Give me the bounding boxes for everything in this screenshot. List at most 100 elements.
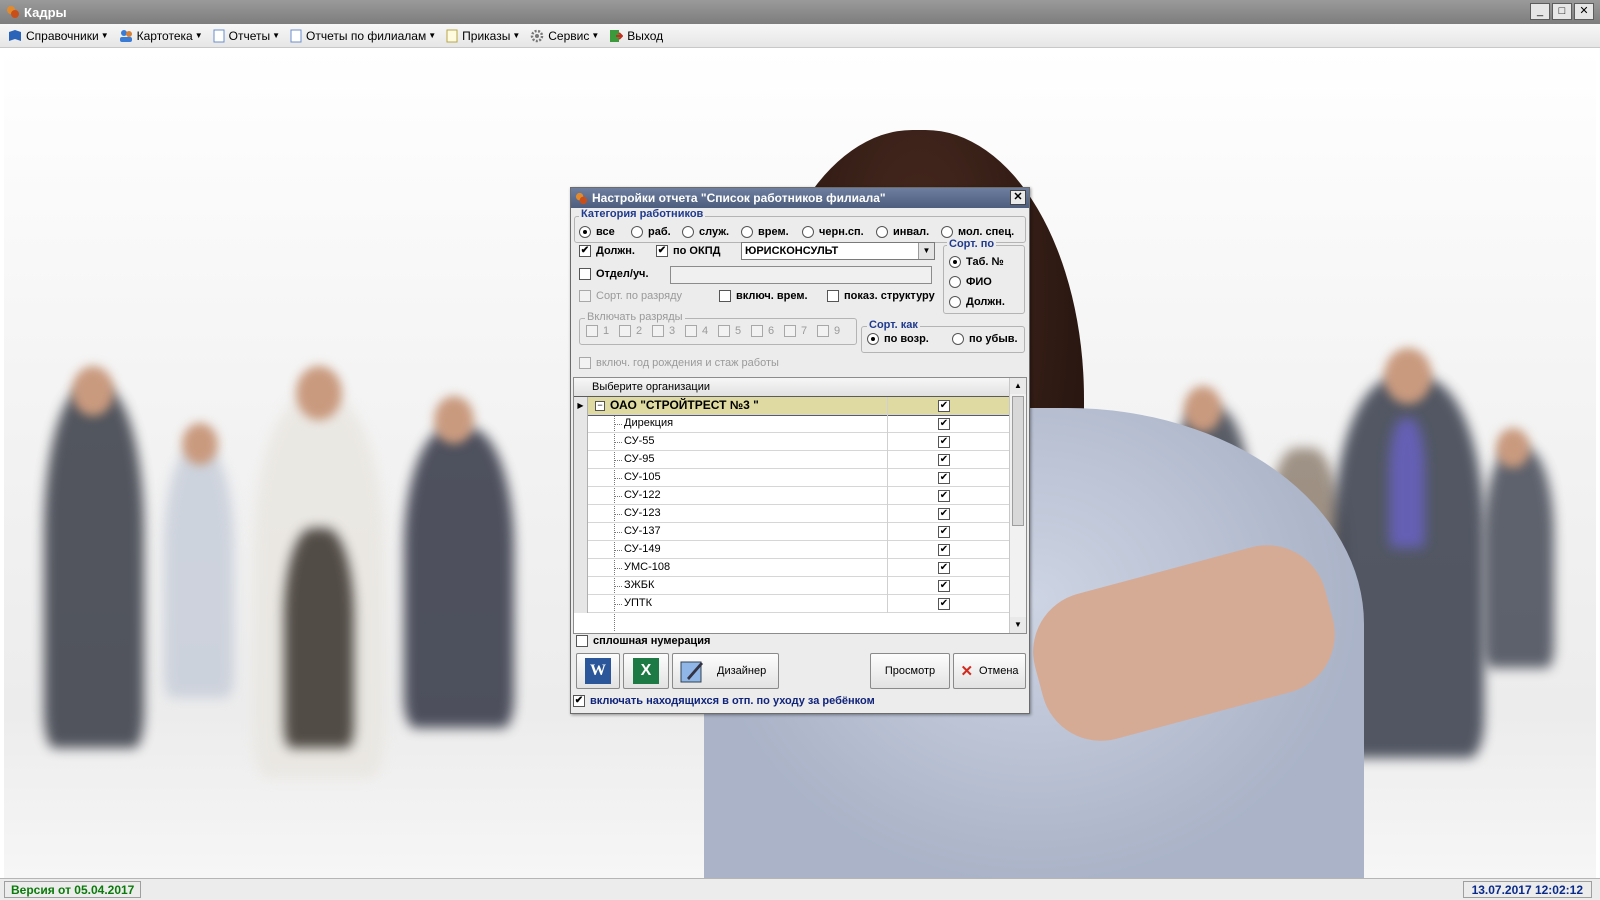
- menu-service[interactable]: Сервис ▼: [530, 29, 599, 43]
- table-row[interactable]: СУ-122 ✔: [574, 487, 1010, 505]
- checkbox[interactable]: [751, 325, 763, 337]
- radio-button[interactable]: [802, 226, 814, 238]
- checkbox[interactable]: [827, 290, 839, 302]
- department-checkbox[interactable]: Отдел/уч.: [579, 268, 649, 280]
- checkbox[interactable]: [784, 325, 796, 337]
- org-checkbox[interactable]: ✔: [938, 472, 950, 484]
- menu-cardfile[interactable]: Картотека ▼: [119, 29, 203, 43]
- grade-checkbox-9[interactable]: 9: [817, 325, 840, 337]
- org-checkbox[interactable]: ✔: [938, 454, 950, 466]
- org-checkbox[interactable]: ✔: [938, 418, 950, 430]
- scroll-down-icon[interactable]: ▼: [1010, 617, 1026, 633]
- radio-button[interactable]: [867, 333, 879, 345]
- maximize-button[interactable]: □: [1552, 3, 1572, 20]
- radio-button[interactable]: [949, 276, 961, 288]
- org-checkbox[interactable]: ✔: [938, 400, 950, 412]
- menu-directories[interactable]: Справочники ▼: [8, 29, 109, 43]
- radio-button[interactable]: [876, 226, 888, 238]
- chevron-down-icon[interactable]: ▼: [918, 243, 934, 259]
- sort-by-fio[interactable]: ФИО: [949, 276, 992, 288]
- checkbox[interactable]: [579, 290, 591, 302]
- grid-scrollbar[interactable]: ▲ ▼: [1009, 378, 1026, 633]
- grade-checkbox-2[interactable]: 2: [619, 325, 642, 337]
- checkbox[interactable]: ✔: [579, 245, 591, 257]
- position-select[interactable]: ЮРИСКОНСУЛЬТ ▼: [741, 242, 935, 260]
- collapse-icon[interactable]: −: [595, 401, 605, 411]
- checkbox[interactable]: ✔: [573, 695, 585, 707]
- menu-branch-reports[interactable]: Отчеты по филиалам ▼: [290, 29, 436, 43]
- export-excel-button[interactable]: X: [623, 653, 669, 689]
- radio-button[interactable]: [579, 226, 591, 238]
- checkbox[interactable]: [652, 325, 664, 337]
- checkbox[interactable]: [619, 325, 631, 337]
- menu-reports[interactable]: Отчеты ▼: [213, 29, 280, 43]
- grade-checkbox-1[interactable]: 1: [586, 325, 609, 337]
- radio-button[interactable]: [631, 226, 643, 238]
- table-row[interactable]: УПТК ✔: [574, 595, 1010, 613]
- cancel-button[interactable]: ✕ Отмена: [953, 653, 1026, 689]
- birth-year-checkbox[interactable]: включ. год рождения и стаж работы: [579, 357, 779, 369]
- category-option-black-list[interactable]: черн.сп.: [802, 226, 864, 238]
- table-row[interactable]: Дирекция ✔: [574, 415, 1010, 433]
- radio-button[interactable]: [949, 296, 961, 308]
- close-window-button[interactable]: ✕: [1574, 3, 1594, 20]
- radio-button[interactable]: [682, 226, 694, 238]
- org-checkbox[interactable]: ✔: [938, 436, 950, 448]
- show-structure-checkbox[interactable]: показ. структуру: [827, 290, 935, 302]
- include-temporary-checkbox[interactable]: включ. врем.: [719, 290, 808, 302]
- sort-by-position[interactable]: Должн.: [949, 296, 1005, 308]
- org-checkbox[interactable]: ✔: [938, 490, 950, 502]
- checkbox[interactable]: [718, 325, 730, 337]
- category-option-workers[interactable]: раб.: [631, 226, 671, 238]
- grade-checkbox-5[interactable]: 5: [718, 325, 741, 337]
- scroll-up-icon[interactable]: ▲: [1010, 378, 1026, 394]
- checkbox[interactable]: [817, 325, 829, 337]
- menu-exit[interactable]: Выход: [609, 29, 663, 43]
- preview-button[interactable]: Просмотр: [870, 653, 950, 689]
- sort-by-grade-checkbox[interactable]: Сорт. по разряду: [579, 290, 682, 302]
- okpd-checkbox[interactable]: ✔ по ОКПД: [656, 245, 720, 257]
- category-option-young-spec[interactable]: мол. спец.: [941, 226, 1014, 238]
- radio-button[interactable]: [952, 333, 964, 345]
- table-row[interactable]: СУ-55 ✔: [574, 433, 1010, 451]
- checkbox[interactable]: [586, 325, 598, 337]
- table-row[interactable]: ▶ − ОАО "СТРОЙТРЕСТ №3 " ✔: [574, 396, 1011, 416]
- table-row[interactable]: СУ-105 ✔: [574, 469, 1010, 487]
- org-checkbox[interactable]: ✔: [938, 526, 950, 538]
- grade-checkbox-3[interactable]: 3: [652, 325, 675, 337]
- dialog-close-button[interactable]: ✕: [1010, 190, 1026, 205]
- radio-button[interactable]: [949, 256, 961, 268]
- checkbox[interactable]: [579, 357, 591, 369]
- department-field[interactable]: [670, 266, 932, 284]
- radio-button[interactable]: [941, 226, 953, 238]
- table-row[interactable]: СУ-95 ✔: [574, 451, 1010, 469]
- grade-checkbox-4[interactable]: 4: [685, 325, 708, 337]
- scroll-thumb[interactable]: [1012, 396, 1024, 526]
- category-option-employees[interactable]: служ.: [682, 226, 729, 238]
- category-option-temporary[interactable]: врем.: [741, 226, 789, 238]
- org-checkbox[interactable]: ✔: [938, 562, 950, 574]
- table-row[interactable]: СУ-137 ✔: [574, 523, 1010, 541]
- org-checkbox[interactable]: ✔: [938, 580, 950, 592]
- radio-button[interactable]: [741, 226, 753, 238]
- position-checkbox[interactable]: ✔ Должн.: [579, 245, 635, 257]
- minimize-button[interactable]: _: [1530, 3, 1550, 20]
- table-row[interactable]: ЗЖБК ✔: [574, 577, 1010, 595]
- designer-button[interactable]: Дизайнер: [672, 653, 779, 689]
- checkbox[interactable]: ✔: [656, 245, 668, 257]
- table-row[interactable]: СУ-123 ✔: [574, 505, 1010, 523]
- sort-by-tab-number[interactable]: Таб. №: [949, 256, 1004, 268]
- grade-checkbox-7[interactable]: 7: [784, 325, 807, 337]
- org-checkbox[interactable]: ✔: [938, 598, 950, 610]
- org-checkbox[interactable]: ✔: [938, 544, 950, 556]
- sort-descending[interactable]: по убыв.: [952, 333, 1018, 345]
- sort-ascending[interactable]: по возр.: [867, 333, 929, 345]
- checkbox[interactable]: [719, 290, 731, 302]
- category-option-all[interactable]: все: [579, 226, 615, 238]
- checkbox[interactable]: [579, 268, 591, 280]
- org-checkbox[interactable]: ✔: [938, 508, 950, 520]
- continuous-numbering-checkbox[interactable]: сплошная нумерация: [576, 635, 710, 647]
- menu-orders[interactable]: Приказы ▼: [446, 29, 520, 43]
- checkbox[interactable]: [576, 635, 588, 647]
- maternity-leave-checkbox[interactable]: ✔ включать находящихся в отп. по уходу за…: [573, 695, 875, 707]
